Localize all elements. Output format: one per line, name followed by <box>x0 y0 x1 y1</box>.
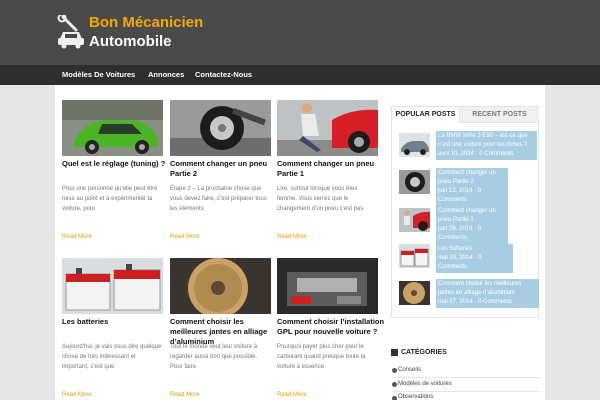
post-card: Comment choisir les meilleures jantes en… <box>170 258 271 400</box>
alloy-wheel-photo <box>170 258 271 314</box>
post-thumbnail[interactable] <box>170 100 271 156</box>
category-link[interactable]: Observations <box>398 392 433 400</box>
popular-post-title[interactable]: Les batteries <box>438 246 472 252</box>
site-logo[interactable]: Bon Mécanicien Automobile <box>56 13 206 53</box>
bmw-car-photo <box>399 133 430 157</box>
popular-post-thumbnail[interactable] <box>399 170 430 194</box>
car-batteries-photo <box>62 258 163 314</box>
read-more-link[interactable]: Read More <box>170 392 200 398</box>
woman-tire-photo <box>277 100 378 156</box>
post-excerpt: Aujourd’hui, je vais vous dire quelque c… <box>62 344 162 370</box>
post-title[interactable]: Quel est le réglage (tuning) ? <box>62 159 170 169</box>
post-card: Quel est le réglage (tuning) ? Pour une … <box>62 100 165 250</box>
car-batteries-photo <box>399 244 430 268</box>
read-more-link[interactable]: Read More <box>62 234 92 240</box>
popular-post-title[interactable]: Comment changer un pneu Partie 1 <box>438 208 496 223</box>
tire-change-photo <box>399 170 430 194</box>
site-header: Bon Mécanicien Automobile <box>0 0 600 65</box>
popular-post-thumbnail[interactable] <box>399 133 430 157</box>
post-thumbnail[interactable] <box>62 258 163 314</box>
post-card: Les batteries Aujourd’hui, je vais vous … <box>62 258 163 400</box>
bullet-icon <box>392 396 397 400</box>
tab-popular-posts[interactable]: POPULAR POSTS <box>392 107 460 123</box>
read-more-link[interactable]: Read More <box>277 392 307 398</box>
popular-post-meta: mai 29, 2014 · 0 Comments <box>438 255 482 270</box>
post-excerpt: Tout le monde veut leur voiture à regard… <box>170 344 258 370</box>
logo-title-line2: Automobile <box>89 33 172 50</box>
popular-post-item[interactable]: Comment changer un pneu Partie 1 juin 26… <box>436 206 508 244</box>
post-card: Comment changer un pneu Partie 1 Lire, s… <box>277 100 378 250</box>
engine-bay-photo <box>277 258 378 314</box>
post-thumbnail[interactable] <box>277 258 378 314</box>
divider <box>391 377 539 378</box>
popular-post-thumbnail[interactable] <box>399 281 430 305</box>
post-title[interactable]: Comment changer un pneu Partie 2 <box>170 159 278 179</box>
popular-post-thumbnail[interactable] <box>399 244 430 268</box>
popular-post-meta: juin 26, 2014 · 0 Comments <box>438 226 482 241</box>
category-link[interactable]: Conseils <box>398 365 421 375</box>
post-thumbnail[interactable] <box>170 258 271 314</box>
popular-post-meta: mai 27, 2014 · 0 Comments <box>438 299 513 305</box>
post-excerpt: Étape 2 – La prochaine chose que vous de… <box>170 186 267 212</box>
tire-change-photo <box>170 100 271 156</box>
green-car-photo <box>62 100 163 156</box>
post-thumbnail[interactable] <box>62 100 163 156</box>
popular-recent-widget: POPULAR POSTS RECENT POSTS La BMW série … <box>391 106 539 318</box>
post-excerpt: Lire, surtout lorsque vous êtes femme. V… <box>277 186 364 212</box>
square-bullet-icon <box>391 349 398 356</box>
popular-post-title[interactable]: Comment choisir les meilleures jantes en… <box>438 281 521 296</box>
nav-item-contact[interactable]: Contactez-Nous <box>195 65 252 85</box>
post-title[interactable]: Comment choisir l’installation GPL pour … <box>277 317 385 337</box>
nav-item-modeles[interactable]: Modèles De Voitures <box>62 65 135 85</box>
post-excerpt: Pour une personne qu’elle peut être mise… <box>62 186 158 212</box>
read-more-link[interactable]: Read More <box>62 392 92 398</box>
popular-post-item[interactable]: Comment choisir les meilleures jantes en… <box>436 279 539 308</box>
read-more-link[interactable]: Read More <box>277 234 307 240</box>
post-title[interactable]: Comment changer un pneu Partie 1 <box>277 159 385 179</box>
popular-post-meta: avril 10, 2014 · 0 Comments <box>438 151 514 157</box>
popular-post-item[interactable]: Les batteries mai 29, 2014 · 0 Comments <box>436 244 513 273</box>
nav-item-annonces[interactable]: Annonces <box>148 65 184 85</box>
post-title[interactable]: Les batteries <box>62 317 170 327</box>
popular-post-meta: juin 12, 2014 · 0 Comments <box>438 188 482 203</box>
logo-title-line1: Bon Mécanicien <box>89 14 204 31</box>
post-card: Comment choisir l’installation GPL pour … <box>277 258 384 400</box>
car-wrench-icon <box>57 15 84 49</box>
main-nav: Modèles De Voitures Annonces Contactez-N… <box>0 65 600 85</box>
woman-tire-photo <box>399 208 430 232</box>
bullet-icon <box>392 382 397 387</box>
category-link[interactable]: Modèles de voitures <box>398 379 452 389</box>
categories-heading: CATÉGORIES <box>401 349 447 356</box>
popular-post-item[interactable]: La BMW série 3 E90 – est-ce que c’est un… <box>436 131 537 160</box>
tab-recent-posts[interactable]: RECENT POSTS <box>460 107 539 123</box>
post-thumbnail[interactable] <box>277 100 378 156</box>
post-excerpt: Pourquoi payer plus cher pour le carbura… <box>277 344 366 370</box>
popular-post-title[interactable]: Comment changer un pneu Partie 2 <box>438 170 496 185</box>
read-more-link[interactable]: Read More <box>170 234 200 240</box>
popular-post-title[interactable]: La BMW série 3 E90 – est-ce que c’est un… <box>438 133 528 148</box>
post-card: Comment changer un pneu Partie 2 Étape 2… <box>170 100 271 250</box>
popular-post-thumbnail[interactable] <box>399 208 430 232</box>
bullet-icon <box>392 368 397 373</box>
alloy-wheel-photo <box>399 281 430 305</box>
popular-post-item[interactable]: Comment changer un pneu Partie 2 juin 12… <box>436 168 508 206</box>
